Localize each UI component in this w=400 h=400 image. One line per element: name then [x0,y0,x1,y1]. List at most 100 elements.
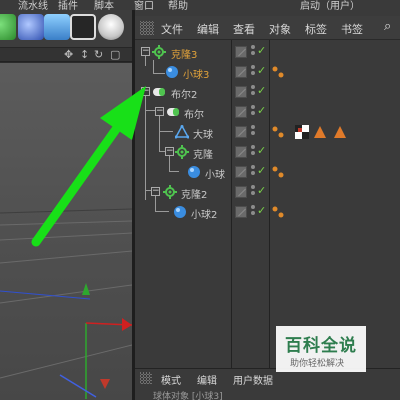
object-row-cloner3[interactable]: − 克隆3 ✓ [135,42,400,62]
light-icon[interactable] [98,14,124,40]
layout-selector[interactable]: 启动（用户） [300,0,360,10]
collapse-icon[interactable]: − [155,107,164,116]
selection-tag-icon[interactable] [313,125,327,139]
cloner-icon [175,145,189,159]
boole-icon [153,88,165,96]
grid-line [0,220,132,226]
menu-window[interactable]: 窗口 [134,0,154,10]
horizon-line [0,208,132,214]
object-name[interactable]: 小球3 [183,66,209,81]
enabled-check-icon[interactable]: ✓ [257,204,266,217]
menu-script[interactable]: 脚本 [94,0,114,10]
visibility-dots[interactable] [251,165,256,179]
object-row-cloner2[interactable]: − 克隆2 ✓ [135,182,400,202]
phong-tag-icon[interactable] [271,65,285,79]
enabled-check-icon[interactable]: ✓ [257,44,266,57]
layer-color-box[interactable] [235,86,247,98]
object-name[interactable]: 布尔2 [171,86,197,101]
grid-line [0,344,132,379]
sphere-icon [166,66,178,78]
phong-tag-icon[interactable] [271,165,285,179]
enabled-check-icon[interactable]: ✓ [257,84,266,97]
rotate-view-icon[interactable]: ↻ [94,48,103,61]
selection-tag-icon[interactable] [333,125,347,139]
object-name[interactable]: 克隆2 [181,186,207,201]
visibility-dots[interactable] [251,145,256,159]
layer-color-box[interactable] [235,146,247,158]
x-axis-arrow-icon [122,318,132,331]
visibility-dots[interactable] [251,45,256,59]
enabled-check-icon[interactable]: ✓ [257,104,266,117]
deformer-tool-icon[interactable] [0,14,16,40]
layer-color-box[interactable] [235,106,247,118]
search-icon[interactable]: ⌕ [384,19,398,35]
layer-color-box[interactable] [235,166,247,178]
object-row-cloner[interactable]: − 克隆 ✓ [135,142,400,162]
visibility-dots[interactable] [251,65,256,79]
object-name[interactable]: 布尔 [184,106,204,121]
panel-grip-icon[interactable] [140,372,152,384]
polygon-object-icon [175,125,189,139]
object-row-boole2[interactable]: − 布尔2 ✓ [135,82,400,102]
menu-user-data[interactable]: 用户数据 [233,372,273,387]
object-name[interactable]: 小球2 [191,206,217,221]
layer-color-box[interactable] [235,186,247,198]
layer-color-box[interactable] [235,66,247,78]
sphere-icon [188,166,200,178]
move-view-icon[interactable]: ✥ [64,48,73,61]
object-name[interactable]: 大球 [193,126,213,141]
enabled-check-icon[interactable]: ✓ [257,64,266,77]
attribute-manager: 模式 编辑 用户数据 球体对象 [小球3] [135,368,400,400]
menu-mode[interactable]: 模式 [161,372,181,387]
object-manager: 文件 编辑 查看 对象 标签 书签 ⌕ − 克隆3 ✓ 小球3 ✓ − 布尔2 … [135,10,400,370]
collapse-icon[interactable]: − [165,147,174,156]
collapse-icon[interactable]: − [141,47,150,56]
phong-tag-icon[interactable] [271,125,285,139]
texture-tag-icon[interactable] [295,125,309,139]
layer-color-box[interactable] [235,126,247,138]
collapse-icon[interactable]: − [141,87,150,96]
menu-pipeline[interactable]: 流水线 [18,0,48,10]
menu-objects[interactable]: 对象 [269,21,291,37]
object-row-boole[interactable]: − 布尔 ✓ [135,102,400,122]
visibility-dots[interactable] [251,85,256,99]
object-name[interactable]: 克隆3 [171,46,197,61]
menu-file[interactable]: 文件 [161,21,183,37]
object-name[interactable]: 小球 [205,166,225,181]
camera-icon[interactable] [70,14,96,40]
enabled-check-icon[interactable]: ✓ [257,144,266,157]
attribute-object-title: 球体对象 [小球3] [153,392,223,400]
visibility-dots[interactable] [251,205,256,219]
menu-edit[interactable]: 编辑 [197,372,217,387]
phong-tag-icon[interactable] [271,205,285,219]
menu-plugins[interactable]: 插件 [58,0,78,10]
menu-edit[interactable]: 编辑 [197,21,219,37]
visibility-dots[interactable] [251,185,256,199]
menu-view[interactable]: 查看 [233,21,255,37]
environment-tool-icon[interactable] [18,14,44,40]
menu-tags[interactable]: 标签 [305,21,327,37]
visibility-dots[interactable] [251,125,256,139]
visibility-dots[interactable] [251,105,256,119]
enabled-check-icon[interactable]: ✓ [257,184,266,197]
sphere-icon [174,206,186,218]
grid-floor-icon[interactable] [44,14,70,40]
boole-icon [167,108,179,116]
object-row-sphere[interactable]: 小球 ✓ [135,162,400,182]
panel-grip-icon[interactable] [140,21,154,35]
axis-handle-icon [100,379,110,389]
layer-color-box[interactable] [235,46,247,58]
menu-bookmarks[interactable]: 书签 [341,21,363,37]
zoom-view-icon[interactable]: ↕ [80,48,89,61]
object-row-sphere2[interactable]: 小球2 ✓ [135,202,400,222]
collapse-icon[interactable]: − [151,187,160,196]
object-row-sphere3[interactable]: 小球3 ✓ [135,62,400,82]
maximize-view-icon[interactable]: ▢ [110,48,120,61]
enabled-check-icon[interactable]: ✓ [257,164,266,177]
object-row-big-sphere[interactable]: 大球 [135,122,400,142]
object-name[interactable]: 克隆 [193,146,213,161]
menu-help[interactable]: 帮助 [168,0,188,10]
z-axis-handle [59,374,97,398]
3d-viewport[interactable] [0,63,132,400]
layer-color-box[interactable] [235,206,247,218]
